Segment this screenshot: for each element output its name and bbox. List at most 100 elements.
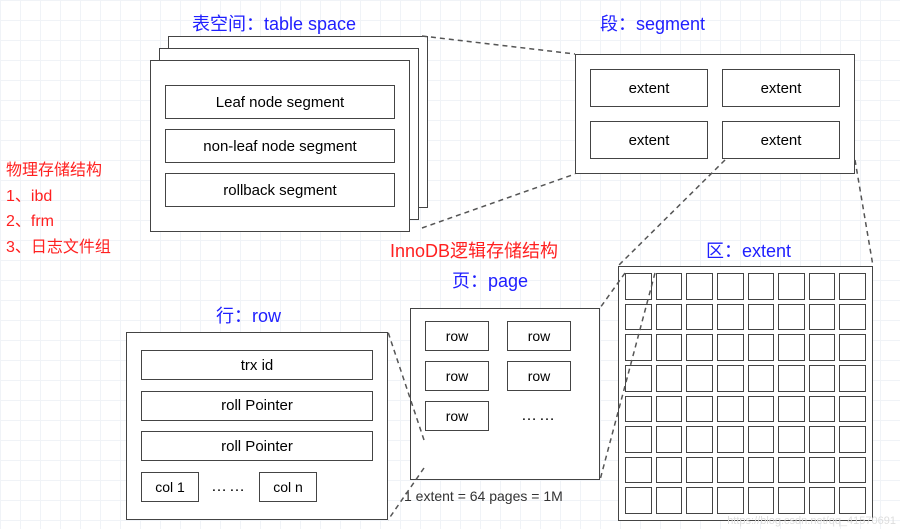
page-cell <box>717 334 744 361</box>
col-n: col n <box>259 472 317 502</box>
page-cell <box>656 487 683 514</box>
page-cell <box>839 487 866 514</box>
tablespace-stack: Leaf node segment non-leaf node segment … <box>150 36 422 234</box>
segment-rollback: rollback segment <box>165 173 395 207</box>
page-cell <box>717 365 744 392</box>
page-cell <box>778 457 805 484</box>
extent-cell: extent <box>722 121 840 159</box>
page-cell <box>717 304 744 331</box>
page-cell <box>656 426 683 453</box>
page-cell <box>656 365 683 392</box>
segment-leaf-node: Leaf node segment <box>165 85 395 119</box>
page-cell <box>686 365 713 392</box>
page-cell <box>809 334 836 361</box>
page-cell <box>839 365 866 392</box>
page-cell <box>839 457 866 484</box>
extent-footnote: 1 extent = 64 pages = 1M <box>404 488 563 504</box>
page-cell <box>686 304 713 331</box>
row-roll-pointer: roll Pointer <box>141 391 373 421</box>
tablespace-title: 表空间：table space <box>192 10 356 36</box>
page-cell <box>686 457 713 484</box>
physical-line2: 2、frm <box>6 209 111 235</box>
segment-title: 段：segment <box>600 10 705 36</box>
segment-box: extent extent extent extent <box>575 54 855 174</box>
page-cell <box>748 365 775 392</box>
row-cell: row <box>507 361 571 391</box>
page-cell <box>809 457 836 484</box>
page-cell <box>748 487 775 514</box>
physical-line1: 1、ibd <box>6 184 111 210</box>
row-cell: row <box>425 401 489 431</box>
row-box: trx id roll Pointer roll Pointer col 1 …… <box>126 332 388 520</box>
page-cell <box>686 396 713 423</box>
extent-title: 区：extent <box>706 237 791 263</box>
extent-cell: extent <box>590 69 708 107</box>
page-cell <box>656 396 683 423</box>
page-cell <box>809 487 836 514</box>
page-cell <box>809 304 836 331</box>
extent-grid <box>618 266 873 521</box>
page-cell <box>625 487 652 514</box>
page-cell <box>778 426 805 453</box>
page-cell <box>778 487 805 514</box>
page-cell <box>778 304 805 331</box>
page-cell <box>656 304 683 331</box>
ellipsis: …… <box>211 478 247 496</box>
page-cell <box>656 334 683 361</box>
tablespace-panel-front: Leaf node segment non-leaf node segment … <box>150 60 410 232</box>
row-title: 行：row <box>216 302 281 328</box>
page-cell <box>656 457 683 484</box>
physical-heading: 物理存储结构 <box>6 158 111 184</box>
page-cell <box>809 273 836 300</box>
row-cell: row <box>425 321 489 351</box>
page-cell <box>778 365 805 392</box>
page-cell <box>748 304 775 331</box>
page-cell <box>625 334 652 361</box>
page-cell <box>717 396 744 423</box>
page-cell <box>717 273 744 300</box>
col-1: col 1 <box>141 472 199 502</box>
page-cell <box>809 365 836 392</box>
page-cell <box>748 273 775 300</box>
page-cell <box>717 487 744 514</box>
page-cell <box>686 426 713 453</box>
page-cell <box>625 396 652 423</box>
extent-cell: extent <box>590 121 708 159</box>
page-cell <box>717 457 744 484</box>
page-cell <box>686 273 713 300</box>
page-cell <box>748 457 775 484</box>
center-title: InnoDB逻辑存储结构 <box>390 237 558 263</box>
physical-storage-list: 物理存储结构 1、ibd 2、frm 3、日志文件组 <box>6 158 111 260</box>
ellipsis: …… <box>507 401 571 431</box>
page-cell <box>686 487 713 514</box>
page-cell <box>809 396 836 423</box>
page-cell <box>748 426 775 453</box>
page-cell <box>717 426 744 453</box>
segment-non-leaf-node: non-leaf node segment <box>165 129 395 163</box>
page-cell <box>778 334 805 361</box>
page-cell <box>809 426 836 453</box>
page-cell <box>686 334 713 361</box>
page-cell <box>839 304 866 331</box>
row-cell: row <box>507 321 571 351</box>
page-cell <box>625 304 652 331</box>
page-cell <box>625 273 652 300</box>
page-cell <box>778 273 805 300</box>
row-roll-pointer: roll Pointer <box>141 431 373 461</box>
row-cell: row <box>425 361 489 391</box>
page-title: 页：page <box>452 267 528 293</box>
page-cell <box>625 457 652 484</box>
page-cell <box>748 396 775 423</box>
page-cell <box>778 396 805 423</box>
page-cell <box>839 426 866 453</box>
row-trx-id: trx id <box>141 350 373 380</box>
page-cell <box>839 396 866 423</box>
page-cell <box>748 334 775 361</box>
extent-cell: extent <box>722 69 840 107</box>
watermark: https://blog.csdn.net/qq_41570691 <box>727 515 896 527</box>
page-cell <box>839 273 866 300</box>
page-cell <box>656 273 683 300</box>
physical-line3: 3、日志文件组 <box>6 235 111 261</box>
page-cell <box>625 426 652 453</box>
page-box: row row row row row …… <box>410 308 600 480</box>
